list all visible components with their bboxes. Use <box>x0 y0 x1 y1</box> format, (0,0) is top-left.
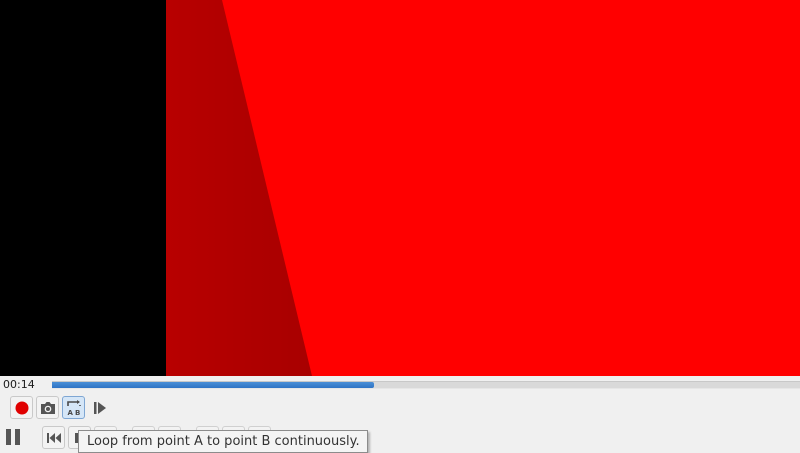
seek-slider-fill <box>52 382 374 388</box>
seek-slider[interactable] <box>52 381 800 389</box>
time-elapsed: 00:14 <box>3 378 35 391</box>
video-black-region <box>0 0 166 376</box>
record-dot-icon <box>15 401 28 414</box>
svg-text:A: A <box>67 409 73 417</box>
previous-button[interactable] <box>42 426 65 449</box>
frame-step-icon <box>93 401 106 414</box>
video-frame <box>0 0 800 376</box>
record-button[interactable] <box>10 396 33 419</box>
skip-previous-icon <box>46 432 61 443</box>
snapshot-button[interactable] <box>36 396 59 419</box>
video-area[interactable] <box>0 0 800 376</box>
svg-text:B: B <box>75 409 80 417</box>
seek-row: 00:14 <box>0 376 800 393</box>
play-pause-button[interactable] <box>1 424 25 450</box>
loop-ab-tooltip: Loop from point A to point B continuousl… <box>78 430 368 453</box>
loop-ab-icon: A B <box>66 399 81 417</box>
pause-icon <box>6 429 20 445</box>
media-player-window: 00:14 A B Loop from point A to point B c… <box>0 0 800 453</box>
loop-ab-button[interactable]: A B <box>62 396 85 419</box>
frame-by-frame-button[interactable] <box>88 396 111 419</box>
camera-icon <box>40 401 55 414</box>
